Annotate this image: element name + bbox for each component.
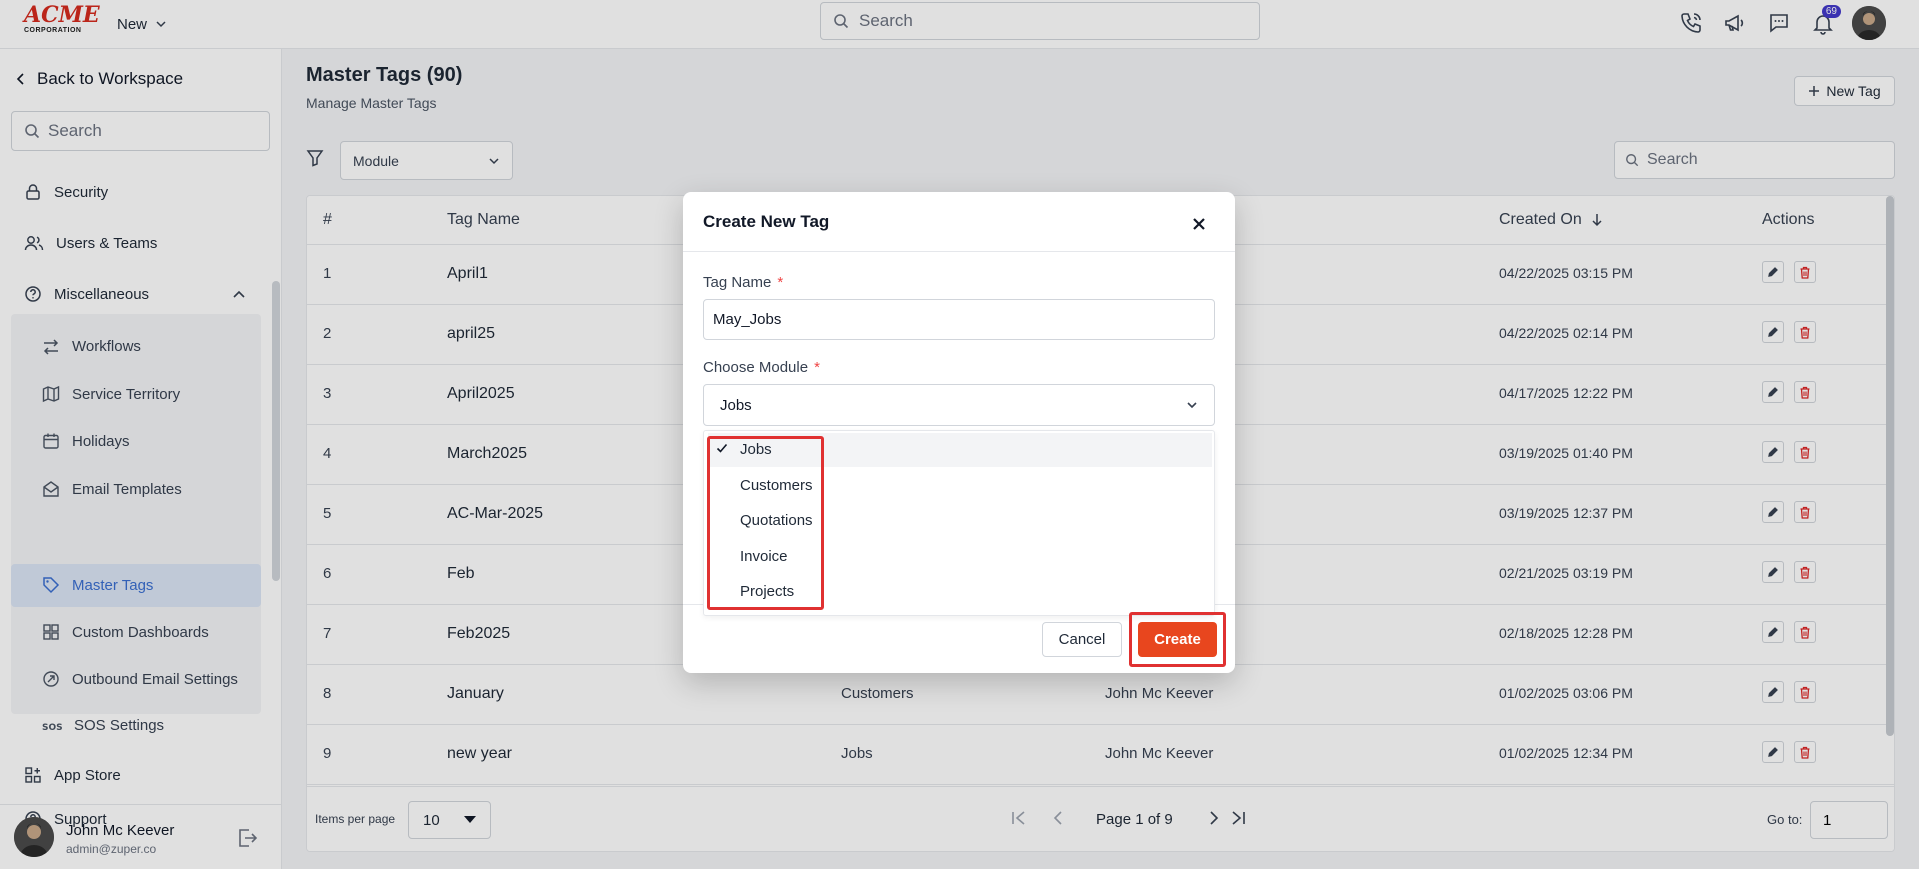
choose-module-select[interactable]: Jobs — [703, 384, 1215, 426]
module-option-quotations[interactable]: Quotations — [708, 504, 1212, 538]
module-option-customers[interactable]: Customers — [708, 469, 1212, 503]
module-option-jobs[interactable]: Jobs — [708, 433, 1212, 467]
module-option-invoice[interactable]: Invoice — [708, 540, 1212, 574]
create-tag-modal: Create New Tag Tag Name* Choose Module* … — [683, 192, 1235, 673]
create-button[interactable]: Create — [1138, 622, 1217, 657]
close-button[interactable] — [1187, 212, 1211, 236]
choose-module-label: Choose Module * — [703, 359, 820, 376]
check-icon — [716, 443, 728, 453]
required-mark: * — [777, 274, 784, 291]
choose-module-value: Jobs — [720, 396, 752, 414]
tag-name-label: Tag Name * — [703, 274, 783, 291]
option-label: Jobs — [740, 441, 772, 458]
module-options-list: Jobs Customers Quotations Invoice Projec… — [703, 430, 1215, 616]
close-icon — [1193, 218, 1205, 230]
cancel-button[interactable]: Cancel — [1042, 622, 1122, 657]
modal-title: Create New Tag — [703, 212, 830, 231]
option-label: Invoice — [740, 548, 788, 565]
required-mark: * — [814, 359, 820, 376]
option-label: Customers — [740, 477, 813, 494]
tag-name-input[interactable] — [703, 299, 1215, 340]
module-option-projects[interactable]: Projects — [708, 575, 1212, 609]
chevron-down-icon — [1187, 402, 1197, 409]
modal-header-divider — [683, 251, 1235, 252]
option-label: Quotations — [740, 512, 813, 529]
choose-module-label-text: Choose Module — [703, 359, 809, 376]
tag-name-label-text: Tag Name — [703, 274, 772, 291]
option-label: Projects — [740, 583, 795, 600]
